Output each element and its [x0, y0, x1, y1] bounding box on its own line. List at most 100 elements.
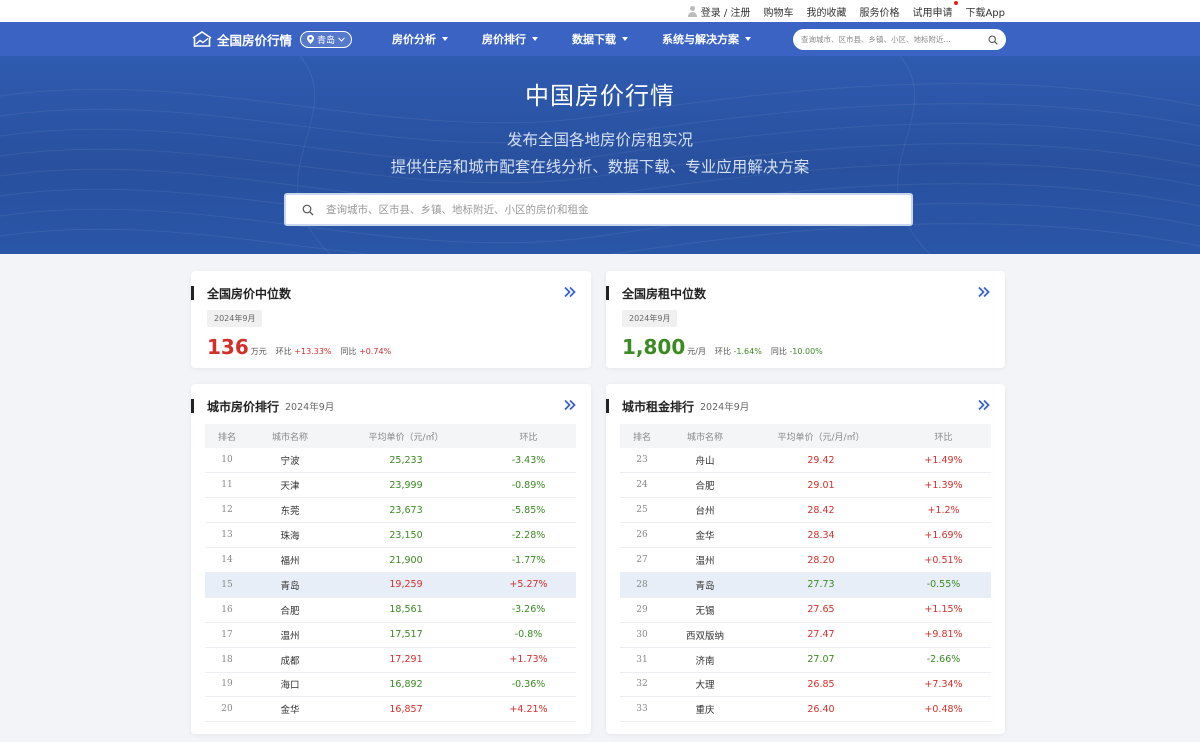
hero-search-input[interactable]	[326, 203, 911, 216]
change-cell: -1.77%	[481, 547, 576, 573]
table-row[interactable]: 19 海口 16,892 -0.36%	[205, 672, 576, 698]
card-title: 城市房价排行	[207, 399, 280, 414]
price-cell: 26.85	[746, 672, 896, 698]
card-header: 全国房租中位数	[606, 285, 706, 301]
table-row[interactable]: 23 舟山 29.42 +1.49%	[620, 448, 991, 474]
city-cell[interactable]: 天津	[249, 472, 331, 499]
change-cell: +1.2%	[896, 497, 991, 524]
table-row[interactable]: 20 金华 16,857 +4.21%	[205, 696, 576, 723]
table-row[interactable]: 25 台州 28.42 +1.2%	[620, 497, 991, 524]
service-price-link[interactable]: 服务价格	[859, 4, 899, 19]
search-icon[interactable]	[988, 34, 998, 45]
login-link[interactable]: 登录 / 注册	[687, 4, 751, 19]
nav-data-download[interactable]: 数据下载	[572, 31, 629, 47]
table-row[interactable]: 18 成都 17,291 +1.73%	[205, 647, 576, 673]
cart-link[interactable]: 购物车	[763, 4, 793, 19]
title-accent-bar	[606, 399, 609, 413]
stat-row: 1,800 元/月 环比 -1.64% 同比 -10.00%	[622, 335, 823, 359]
city-cell[interactable]: 重庆	[664, 696, 746, 723]
table-row[interactable]: 17 温州 17,517 -0.8%	[205, 622, 576, 648]
city-cell[interactable]: 无锡	[664, 597, 746, 623]
table-row[interactable]: 28 青岛 27.73 -0.55%	[620, 572, 991, 598]
city-cell[interactable]: 温州	[249, 622, 331, 648]
rank-cell: 18	[205, 647, 249, 673]
yoy-value: +0.74%	[359, 347, 392, 356]
city-cell[interactable]: 青岛	[249, 572, 331, 598]
change-cell: +9.81%	[896, 622, 991, 648]
city-cell[interactable]: 合肥	[249, 597, 331, 623]
nav-price-ranking[interactable]: 房价排行	[482, 31, 539, 47]
change-cell: +1.39%	[896, 472, 991, 499]
double-chevron-right-icon[interactable]	[977, 285, 991, 299]
table-header-row: 排名 城市名称 平均单价（元/月/㎡） 环比	[620, 424, 991, 448]
table-row[interactable]: 13 珠海 23,150 -2.28%	[205, 522, 576, 549]
nav-search-input[interactable]	[801, 35, 988, 44]
table-row[interactable]: 27 温州 28.20 +0.51%	[620, 547, 991, 573]
table-row[interactable]: 15 青岛 19,259 +5.27%	[205, 572, 576, 598]
yoy-value: -10.00%	[789, 347, 823, 356]
trial-link[interactable]: 试用申请	[912, 0, 959, 19]
city-cell[interactable]: 西双版纳	[664, 622, 746, 648]
table-row[interactable]: 10 宁波 25,233 -3.43%	[205, 448, 576, 474]
city-cell[interactable]: 合肥	[664, 472, 746, 499]
city-selector[interactable]: 青岛	[300, 30, 353, 48]
city-cell[interactable]: 宁波	[249, 448, 331, 474]
city-cell[interactable]: 成都	[249, 647, 331, 673]
search-icon[interactable]	[302, 204, 314, 216]
card-title: 全国房租中位数	[622, 286, 707, 301]
card-date: 2024年9月	[700, 402, 750, 413]
city-cell[interactable]: 东莞	[249, 497, 331, 524]
card-title: 全国房价中位数	[207, 286, 292, 301]
double-chevron-right-icon[interactable]	[977, 398, 991, 412]
column-header: 排名	[620, 424, 664, 448]
caret-down-icon	[622, 37, 629, 41]
card-header: 城市房价排行 2024年9月	[191, 398, 334, 414]
table-row[interactable]: 16 合肥 18,561 -3.26%	[205, 597, 576, 623]
nav-price-analysis[interactable]: 房价分析	[392, 31, 449, 47]
mom-label: 环比	[714, 347, 731, 356]
rent-median-card: 全国房租中位数 2024年9月 1,800 元/月 环比 -1.64% 同比 -…	[606, 271, 1005, 368]
city-cell[interactable]: 青岛	[664, 572, 746, 598]
change-cell: +7.34%	[896, 672, 991, 698]
favorites-link[interactable]: 我的收藏	[806, 4, 846, 19]
city-cell[interactable]: 舟山	[664, 448, 746, 474]
table-row[interactable]: 31 济南 27.07 -2.66%	[620, 647, 991, 673]
city-cell[interactable]: 金华	[249, 696, 331, 723]
table-row[interactable]: 11 天津 23,999 -0.89%	[205, 472, 576, 499]
title-accent-bar	[191, 286, 194, 300]
table-row[interactable]: 14 福州 21,900 -1.77%	[205, 547, 576, 573]
price-ranking-table: 排名 城市名称 平均单价（元/㎡） 环比 10 宁波 25,233 -3.43% 11 天…	[205, 424, 576, 723]
double-chevron-right-icon[interactable]	[563, 285, 577, 299]
table-row[interactable]: 24 合肥 29.01 +1.39%	[620, 472, 991, 499]
mom-label: 环比	[275, 347, 292, 356]
city-cell[interactable]: 温州	[664, 547, 746, 573]
rank-cell: 30	[620, 622, 664, 648]
table-row[interactable]: 12 东莞 23,673 -5.85%	[205, 497, 576, 524]
login-label: 登录 / 注册	[700, 7, 751, 19]
table-row[interactable]: 32 大理 26.85 +7.34%	[620, 672, 991, 698]
price-cell: 17,517	[331, 622, 481, 648]
site-logo[interactable]: 全国房价行情	[191, 30, 292, 49]
city-cell[interactable]: 台州	[664, 497, 746, 524]
city-cell[interactable]: 济南	[664, 647, 746, 673]
double-chevron-right-icon[interactable]	[563, 398, 577, 412]
change-cell: -0.89%	[481, 472, 576, 499]
city-cell[interactable]: 福州	[249, 547, 331, 573]
price-cell: 23,673	[331, 497, 481, 524]
hero-banner: 中国房价行情 发布全国各地房价房租实况 提供住房和城市配套在线分析、数据下载、专…	[0, 56, 1200, 254]
city-cell[interactable]: 珠海	[249, 522, 331, 549]
title-accent-bar	[191, 399, 194, 413]
city-cell[interactable]: 海口	[249, 672, 331, 698]
city-cell[interactable]: 金华	[664, 522, 746, 549]
table-row[interactable]: 30 西双版纳 27.47 +9.81%	[620, 622, 991, 648]
change-cell: -3.43%	[481, 448, 576, 474]
rank-cell: 12	[205, 497, 249, 524]
table-row[interactable]: 29 无锡 27.65 +1.15%	[620, 597, 991, 623]
table-row[interactable]: 33 重庆 26.40 +0.48%	[620, 696, 991, 723]
city-cell[interactable]: 大理	[664, 672, 746, 698]
nav-systems-solutions[interactable]: 系统与解决方案	[662, 31, 752, 47]
download-app-link[interactable]: 下载App	[965, 4, 1005, 19]
price-cell: 27.73	[746, 572, 896, 598]
table-row[interactable]: 26 金华 28.34 +1.69%	[620, 522, 991, 549]
change-cell: -2.66%	[896, 647, 991, 673]
